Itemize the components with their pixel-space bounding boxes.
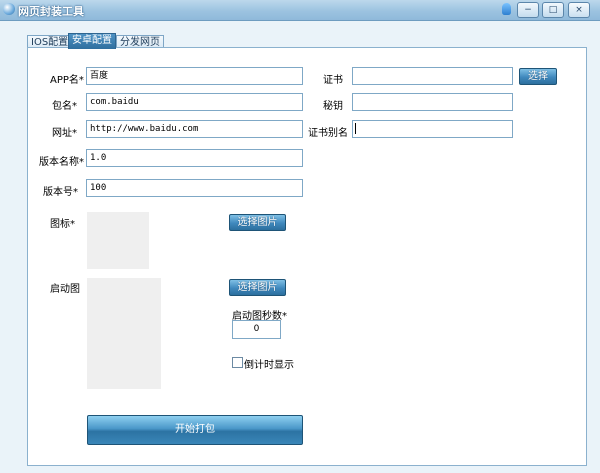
package-label: 包名* bbox=[52, 101, 77, 112]
version-code-field[interactable]: 100 bbox=[86, 179, 303, 197]
app-icon bbox=[3, 3, 15, 15]
splash-seconds-field[interactable]: 0 bbox=[232, 320, 281, 339]
url-label: 网址* bbox=[52, 128, 77, 139]
app-name-field[interactable]: 百度 bbox=[86, 67, 303, 85]
splash-preview[interactable] bbox=[87, 278, 161, 389]
skin-icon[interactable] bbox=[502, 3, 511, 15]
minimize-button[interactable]: − bbox=[517, 2, 539, 18]
secret-label: 秘钥 bbox=[323, 101, 343, 112]
title-bar: 网页封装工具 − □ × bbox=[0, 0, 600, 21]
cert-label: 证书 bbox=[323, 75, 343, 86]
cert-alias-label: 证书别名 bbox=[308, 128, 348, 139]
select-icon-button[interactable]: 选择图片 bbox=[229, 214, 286, 231]
cert-alias-field[interactable] bbox=[352, 120, 513, 138]
select-cert-button[interactable]: 选择 bbox=[519, 68, 557, 85]
version-code-label: 版本号* bbox=[43, 187, 78, 198]
window-title: 网页封装工具 bbox=[18, 5, 84, 18]
app-name-label: APP名* bbox=[50, 75, 84, 86]
countdown-label: 倒计时显示 bbox=[244, 360, 294, 371]
countdown-checkbox[interactable] bbox=[232, 357, 243, 368]
package-field[interactable]: com.baidu bbox=[86, 93, 303, 111]
version-name-label: 版本名称* bbox=[39, 157, 84, 168]
text-cursor bbox=[355, 123, 356, 134]
select-splash-button[interactable]: 选择图片 bbox=[229, 279, 286, 296]
version-name-field[interactable]: 1.0 bbox=[86, 149, 303, 167]
icon-preview[interactable] bbox=[87, 212, 149, 269]
icon-label: 图标* bbox=[50, 219, 75, 230]
url-field[interactable]: http://www.baidu.com bbox=[86, 120, 303, 138]
cert-field[interactable] bbox=[352, 67, 513, 85]
tab-android[interactable]: 安卓配置 bbox=[68, 33, 116, 49]
restore-button[interactable]: □ bbox=[542, 2, 564, 18]
splash-label: 启动图 bbox=[50, 284, 80, 295]
close-button[interactable]: × bbox=[568, 2, 590, 18]
secret-field[interactable] bbox=[352, 93, 513, 111]
start-build-button[interactable]: 开始打包 bbox=[87, 415, 303, 445]
